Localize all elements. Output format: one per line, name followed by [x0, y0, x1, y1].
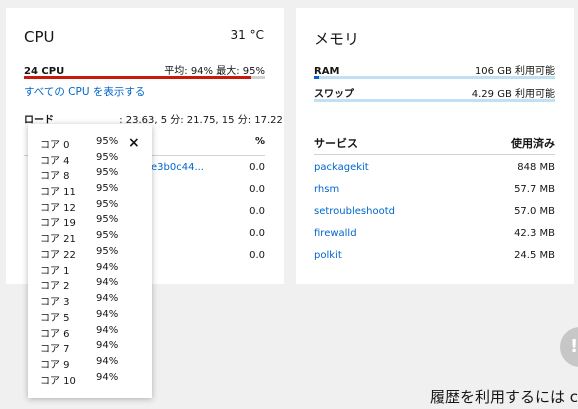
- col-percent: %: [254, 136, 265, 147]
- cpu-temperature: 31 °C: [230, 28, 264, 42]
- core-name: コア 19: [40, 218, 76, 229]
- show-all-cpus-link[interactable]: すべての CPU を表示する: [24, 84, 145, 99]
- list-item: コア 6 94%: [40, 325, 130, 340]
- core-usage: 95%: [96, 214, 119, 225]
- ram-value: 106 GB 利用可能: [474, 66, 555, 77]
- swap-bar: [314, 99, 555, 102]
- core-usage: 94%: [96, 325, 119, 336]
- list-item: コア 19 95%: [40, 214, 130, 229]
- core-usage: 94%: [96, 277, 119, 288]
- exclamation-icon: !: [570, 336, 578, 357]
- cpu-title: CPU: [24, 28, 55, 46]
- list-item: コア 7 94%: [40, 340, 130, 355]
- list-item: コア 22 95%: [40, 246, 130, 261]
- divider: [314, 154, 555, 155]
- table-row[interactable]: polkit 24.5 MB: [314, 250, 555, 264]
- list-item: コア 11 95%: [40, 183, 130, 198]
- core-usage: 95%: [96, 152, 119, 163]
- core-name: コア 10: [40, 376, 76, 387]
- list-item: コア 0 95%: [40, 136, 130, 151]
- cpu-cores-popover: × コア 0 95% コア 4 95% コア 8 95% コア 11 95% コア 12…: [28, 124, 152, 398]
- core-name: コア 11: [40, 187, 76, 198]
- process-cpu: 0.0: [249, 250, 265, 261]
- process-name[interactable]: e3b0c44...: [151, 162, 204, 173]
- core-name: コア 7: [40, 344, 70, 355]
- cpu-usage-fill: [24, 76, 251, 79]
- core-name: コア 9: [40, 360, 70, 371]
- swap-label: スワップ: [314, 89, 354, 100]
- list-item: コア 5 94%: [40, 309, 130, 324]
- core-usage: 94%: [96, 340, 119, 351]
- core-usage: 95%: [96, 136, 119, 147]
- service-name[interactable]: firewalld: [314, 228, 357, 239]
- core-name: コア 2: [40, 281, 70, 292]
- table-row[interactable]: setroubleshootd 57.0 MB: [314, 206, 555, 220]
- list-item: コア 3 94%: [40, 293, 130, 308]
- core-usage: 95%: [96, 183, 119, 194]
- core-usage: 95%: [96, 199, 119, 210]
- core-usage: 94%: [96, 372, 119, 383]
- service-table-header: サービス 使用済み: [314, 135, 555, 150]
- core-name: コア 4: [40, 156, 70, 167]
- core-name: コア 22: [40, 250, 76, 261]
- core-usage: 94%: [96, 309, 119, 320]
- core-usage: 95%: [96, 167, 119, 178]
- cpu-usage-row: 24 CPU 平均: 94% 最大: 95%: [24, 63, 265, 77]
- table-row[interactable]: firewalld 42.3 MB: [314, 228, 555, 242]
- table-row[interactable]: packagekit 848 MB: [314, 162, 555, 176]
- service-name[interactable]: packagekit: [314, 162, 369, 173]
- help-button[interactable]: !: [560, 327, 578, 367]
- list-item: コア 21 95%: [40, 230, 130, 245]
- cpu-usage-stats: 平均: 94% 最大: 95%: [164, 66, 265, 77]
- table-row[interactable]: rhsm 57.7 MB: [314, 184, 555, 198]
- ram-row: RAM 106 GB 利用可能: [314, 63, 555, 77]
- service-memory: 848 MB: [517, 162, 555, 173]
- core-usage: 94%: [96, 262, 119, 273]
- core-name: コア 8: [40, 171, 70, 182]
- col-used: 使用済み: [511, 137, 555, 150]
- core-usage: 95%: [96, 230, 119, 241]
- service-memory: 24.5 MB: [514, 250, 555, 261]
- service-name[interactable]: rhsm: [314, 184, 339, 195]
- process-cpu: 0.0: [249, 206, 265, 217]
- core-name: コア 21: [40, 234, 76, 245]
- list-item: コア 9 94%: [40, 356, 130, 371]
- memory-title: メモリ: [314, 30, 360, 48]
- list-item: コア 12 95%: [40, 199, 130, 214]
- service-name[interactable]: setroubleshootd: [314, 206, 395, 217]
- core-usage: 95%: [96, 246, 119, 257]
- core-name: コア 5: [40, 313, 70, 324]
- core-name: コア 1: [40, 266, 70, 277]
- ram-bar: [314, 76, 555, 79]
- process-cpu: 0.0: [249, 184, 265, 195]
- list-item: コア 4 95%: [40, 152, 130, 167]
- core-usage: 94%: [96, 293, 119, 304]
- list-item: コア 10 94%: [40, 372, 130, 387]
- core-name: コア 3: [40, 297, 70, 308]
- service-memory: 57.0 MB: [514, 206, 555, 217]
- col-service: サービス: [314, 137, 358, 150]
- history-message: 履歴を利用するには co: [430, 388, 578, 406]
- ram-bar-fill: [314, 76, 319, 79]
- swap-value: 4.29 GB 利用可能: [471, 89, 555, 100]
- core-name: コア 0: [40, 140, 70, 151]
- core-name: コア 12: [40, 203, 76, 214]
- list-item: コア 2 94%: [40, 277, 130, 292]
- core-usage: 94%: [96, 356, 119, 367]
- cpu-usage-bar: [24, 76, 265, 79]
- service-memory: 57.7 MB: [514, 184, 555, 195]
- process-cpu: 0.0: [249, 228, 265, 239]
- service-name[interactable]: polkit: [314, 250, 342, 261]
- swap-row: スワップ 4.29 GB 利用可能: [314, 86, 555, 100]
- core-name: コア 6: [40, 329, 70, 340]
- list-item: コア 8 95%: [40, 167, 130, 182]
- memory-card: メモリ RAM 106 GB 利用可能 スワップ 4.29 GB 利用可能 サー…: [296, 8, 574, 284]
- list-item: コア 1 94%: [40, 262, 130, 277]
- service-memory: 42.3 MB: [514, 228, 555, 239]
